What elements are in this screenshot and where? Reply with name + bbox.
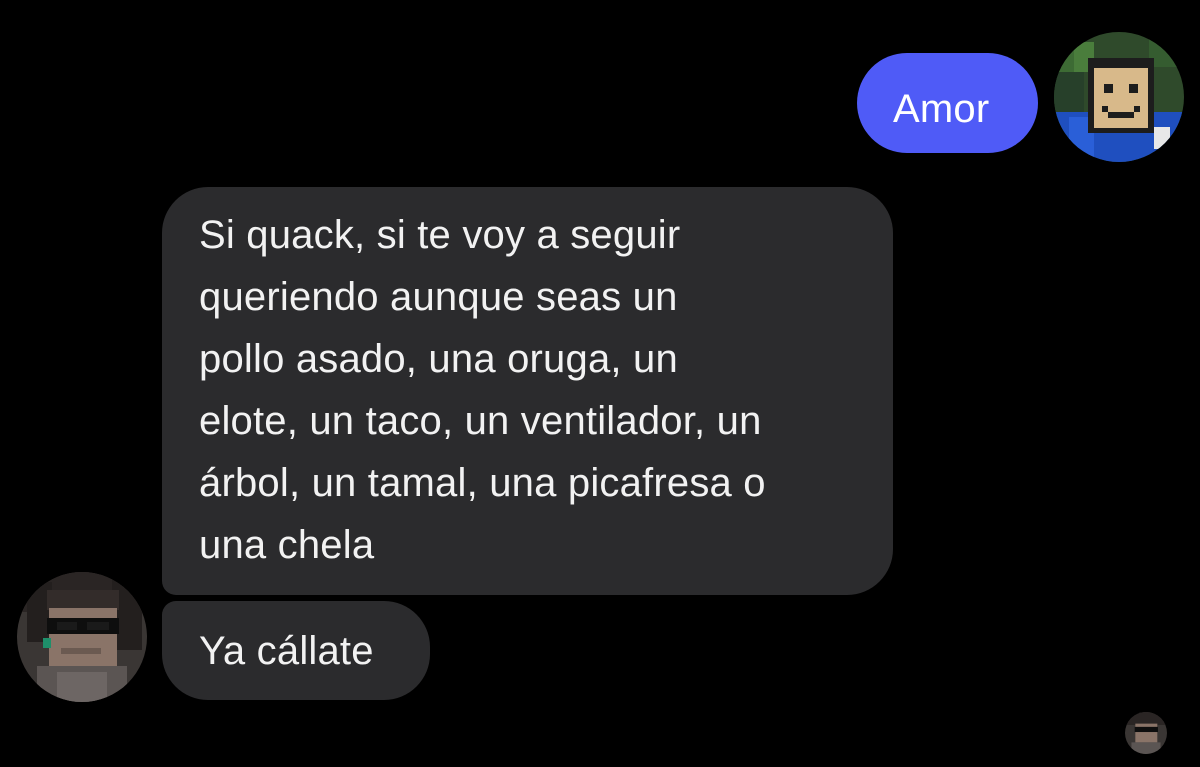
incoming-message-bubble[interactable]: Ya cállate [162, 601, 430, 700]
outgoing-message-bubble[interactable]: Amor [857, 53, 1038, 153]
read-receipt-icon [1125, 712, 1167, 754]
message-text: Amor [893, 87, 990, 131]
sender-avatar[interactable] [1054, 32, 1184, 162]
message-text: Ya cállate [199, 629, 374, 673]
pixel-sunglasses-avatar-icon [17, 572, 147, 702]
incoming-message-bubble[interactable]: Si quack, si te voy a seguir queriendo a… [162, 187, 893, 595]
message-line: una chela [199, 523, 375, 567]
message-line: árbol, un tamal, una picafresa o [199, 461, 766, 505]
message-line: queriendo aunque seas un [199, 275, 678, 319]
message-line: elote, un taco, un ventilador, un [199, 399, 762, 443]
read-receipt-avatar [1125, 712, 1167, 754]
message-line: Si quack, si te voy a seguir [199, 213, 681, 257]
message-line: pollo asado, una oruga, un [199, 337, 678, 381]
pixel-face-avatar-icon [1054, 32, 1184, 162]
contact-avatar[interactable] [17, 572, 147, 702]
